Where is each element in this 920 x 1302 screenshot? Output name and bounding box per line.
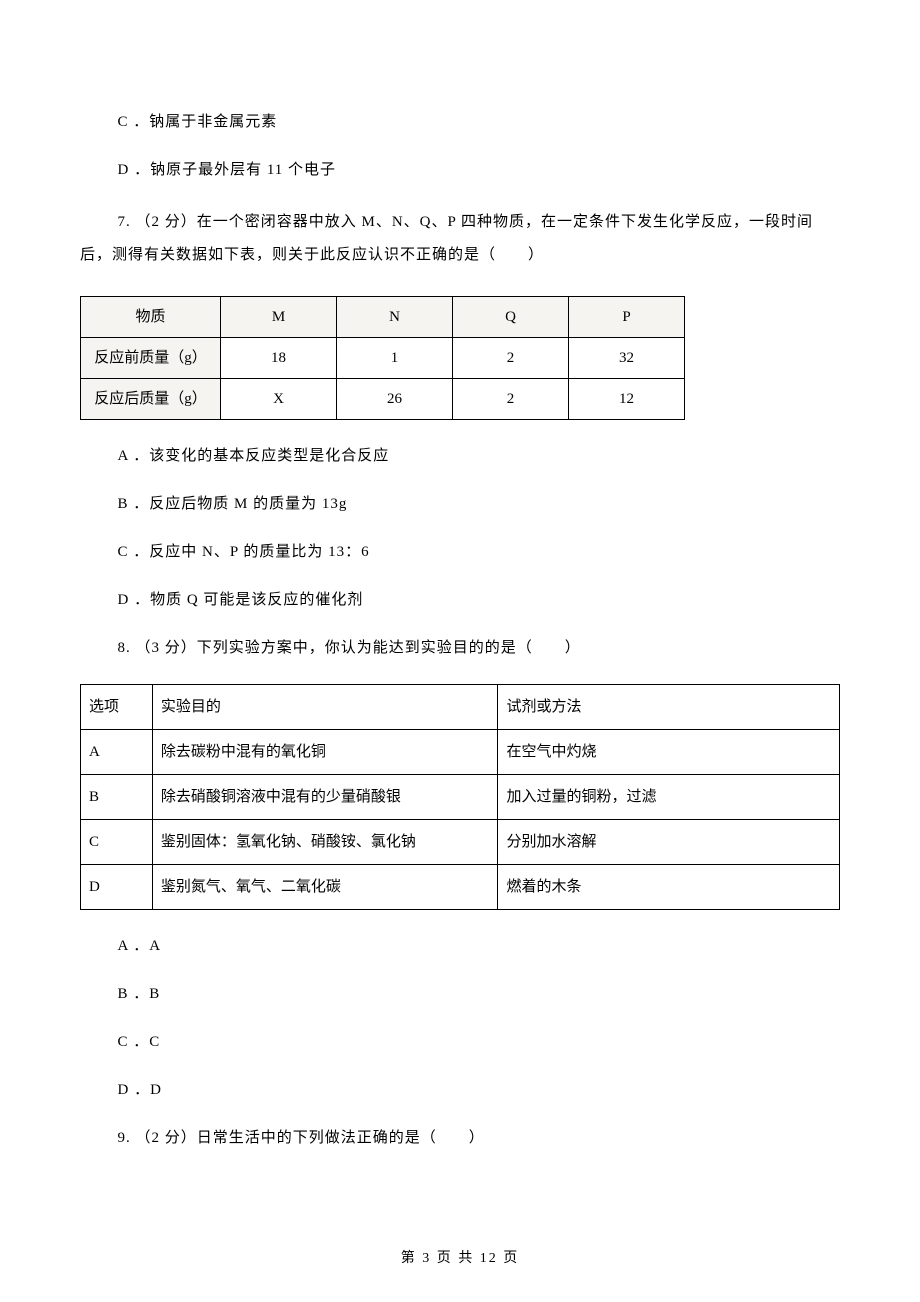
q6-option-c: C ．钠属于非金属元素 — [80, 110, 840, 134]
q8-r0-method: 在空气中灼烧 — [498, 730, 840, 775]
q8-r1-opt: B — [81, 775, 153, 820]
q7-r0-c3: 32 — [569, 338, 685, 379]
q7-stem: 7. （2 分）在一个密闭容器中放入 M、N、Q、P 四种物质，在一定条件下发生… — [80, 206, 840, 272]
table-row: B 除去硝酸铜溶液中混有的少量硝酸银 加入过量的铜粉，过滤 — [81, 775, 840, 820]
table-row: C 鉴别固体：氢氧化钠、硝酸铵、氯化钠 分别加水溶解 — [81, 820, 840, 865]
q8-r0-purpose: 除去碳粉中混有的氧化铜 — [152, 730, 498, 775]
page-footer: 第 3 页 共 12 页 — [0, 1248, 920, 1270]
q7-th-2: N — [337, 297, 453, 338]
q8-table: 选项 实验目的 试剂或方法 A 除去碳粉中混有的氧化铜 在空气中灼烧 B 除去硝… — [80, 684, 840, 910]
q8-r1-method: 加入过量的铜粉，过滤 — [498, 775, 840, 820]
q8-option-b: B ．B — [80, 982, 840, 1006]
q7-option-d: D ．物质 Q 可能是该反应的催化剂 — [80, 588, 840, 612]
q8-r1-purpose: 除去硝酸铜溶液中混有的少量硝酸银 — [152, 775, 498, 820]
table-row: 反应前质量（g） 18 1 2 32 — [81, 338, 685, 379]
q8-r2-opt: C — [81, 820, 153, 865]
q7-r1-c2: 2 — [453, 379, 569, 420]
q9-stem: 9. （2 分）日常生活中的下列做法正确的是（ ） — [80, 1126, 840, 1150]
q8-option-a: A ．A — [80, 934, 840, 958]
q7-th-4: P — [569, 297, 685, 338]
q7-r1-c1: 26 — [337, 379, 453, 420]
q8-r2-method: 分别加水溶解 — [498, 820, 840, 865]
q7-th-1: M — [221, 297, 337, 338]
q8-r3-method: 燃着的木条 — [498, 865, 840, 910]
q7-r0-label: 反应前质量（g） — [81, 338, 221, 379]
q8-th-1: 实验目的 — [152, 685, 498, 730]
q8-option-c: C ．C — [80, 1030, 840, 1054]
q8-r0-opt: A — [81, 730, 153, 775]
q8-stem: 8. （3 分）下列实验方案中，你认为能达到实验目的的是（ ） — [80, 636, 840, 660]
q7-th-3: Q — [453, 297, 569, 338]
q8-r3-purpose: 鉴别氮气、氧气、二氧化碳 — [152, 865, 498, 910]
q7-table: 物质 M N Q P 反应前质量（g） 18 1 2 32 反应后质量（g） X… — [80, 296, 685, 420]
q8-option-d: D ．D — [80, 1078, 840, 1102]
table-row: A 除去碳粉中混有的氧化铜 在空气中灼烧 — [81, 730, 840, 775]
q7-r0-c1: 1 — [337, 338, 453, 379]
q7-option-a: A ．该变化的基本反应类型是化合反应 — [80, 444, 840, 468]
table-row: 反应后质量（g） X 26 2 12 — [81, 379, 685, 420]
q7-r1-c0: X — [221, 379, 337, 420]
q7-option-b: B ．反应后物质 M 的质量为 13g — [80, 492, 840, 516]
table-row: D 鉴别氮气、氧气、二氧化碳 燃着的木条 — [81, 865, 840, 910]
q8-r3-opt: D — [81, 865, 153, 910]
q8-th-0: 选项 — [81, 685, 153, 730]
q6-option-d: D ．钠原子最外层有 11 个电子 — [80, 158, 840, 182]
q7-th-0: 物质 — [81, 297, 221, 338]
q8-th-2: 试剂或方法 — [498, 685, 840, 730]
q7-option-c: C ．反应中 N、P 的质量比为 13：6 — [80, 540, 840, 564]
q7-r0-c0: 18 — [221, 338, 337, 379]
q7-r0-c2: 2 — [453, 338, 569, 379]
q8-r2-purpose: 鉴别固体：氢氧化钠、硝酸铵、氯化钠 — [152, 820, 498, 865]
q7-r1-c3: 12 — [569, 379, 685, 420]
q7-r1-label: 反应后质量（g） — [81, 379, 221, 420]
